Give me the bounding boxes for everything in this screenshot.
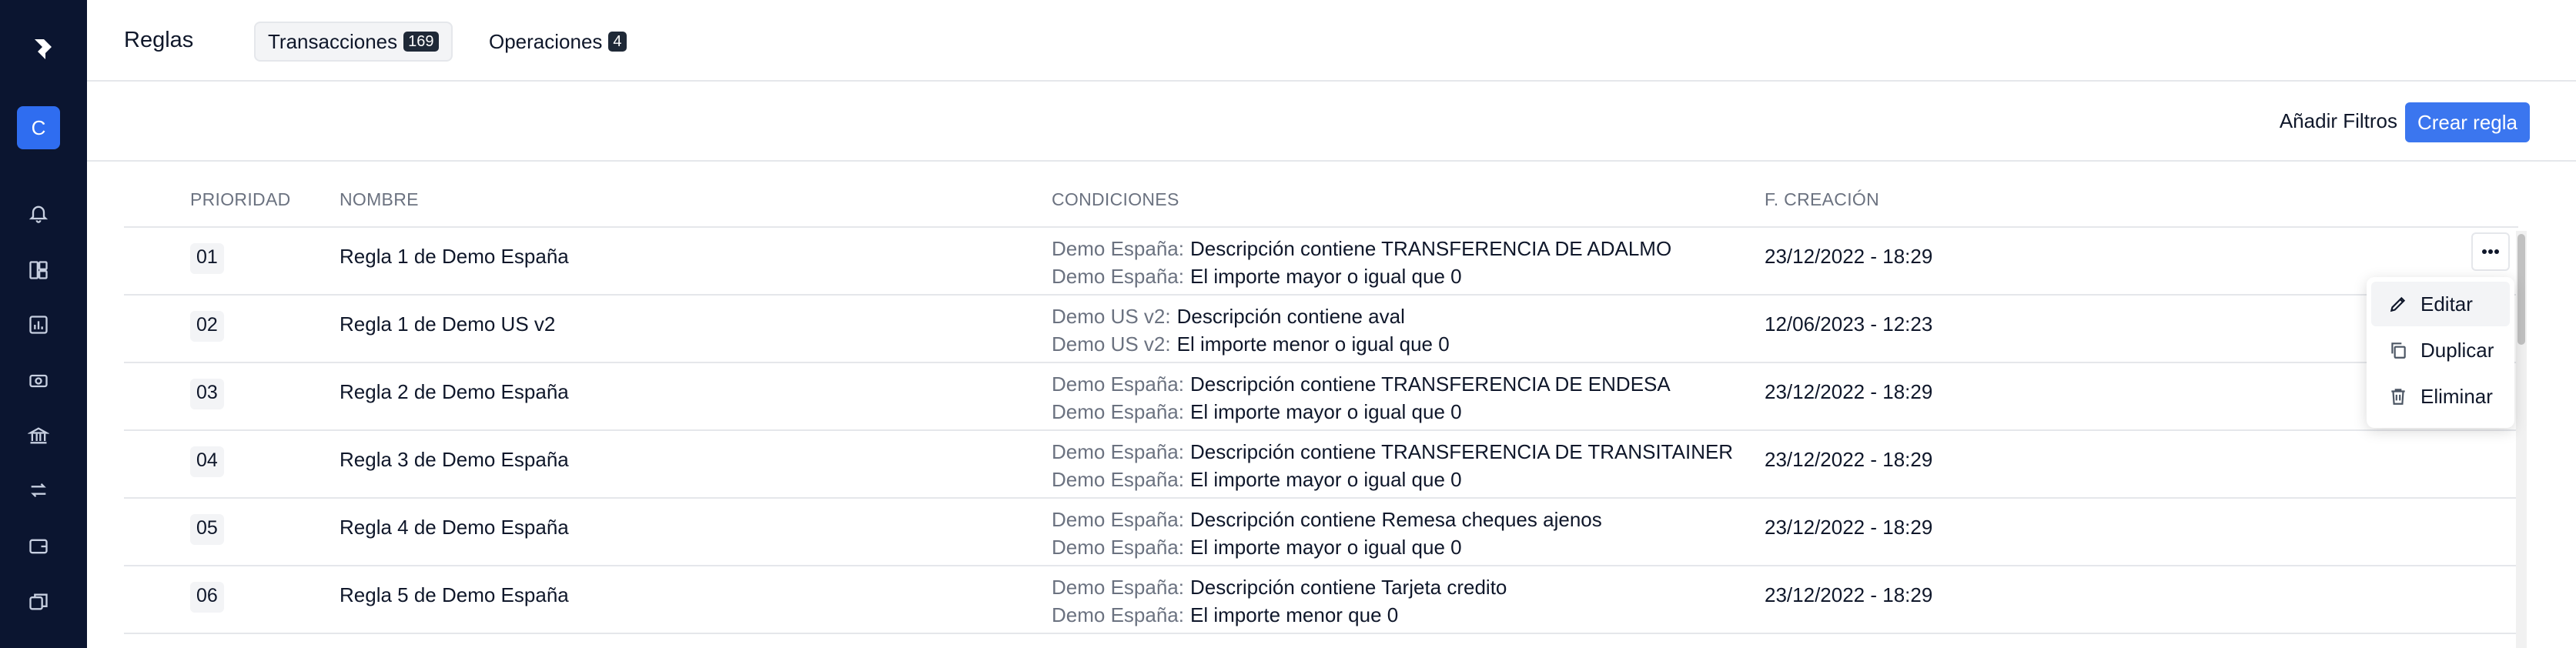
pencil-icon	[2390, 296, 2406, 312]
rule-conditions: Demo España: Descripción contiene Remesa …	[1052, 506, 1733, 561]
bank-icon[interactable]	[25, 423, 52, 449]
menu-item-delete[interactable]: Eliminar	[2371, 374, 2510, 419]
column-priority[interactable]: PRIORIDAD	[190, 189, 291, 210]
tab-operaciones[interactable]: Operaciones 4	[477, 22, 639, 62]
condition-account: Demo US v2:	[1052, 305, 1171, 328]
rule-name: Regla 2 de Demo España	[340, 380, 569, 403]
tab-label: Operaciones	[489, 29, 603, 53]
bell-icon[interactable]	[25, 200, 52, 226]
priority-badge: 06	[190, 582, 224, 613]
rule-conditions: Demo US v2: Descripción contiene aval Dem…	[1052, 302, 1733, 358]
priority-badge: 04	[190, 446, 224, 477]
copy-icon	[2391, 342, 2406, 359]
rule-conditions: Demo España: Descripción contiene TRANSFE…	[1052, 438, 1733, 493]
menu-label: Duplicar	[2420, 338, 2494, 362]
column-name[interactable]: NOMBRE	[340, 189, 419, 210]
condition-account: Demo España:	[1052, 265, 1184, 288]
created-date: 23/12/2022 - 18:29	[1765, 245, 1933, 268]
rule-name: Regla 5 de Demo España	[340, 583, 569, 606]
created-date: 23/12/2022 - 18:29	[1765, 583, 1933, 606]
condition-text: El importe menor que 0	[1189, 603, 1399, 626]
condition-text: El importe mayor o igual que 0	[1189, 400, 1462, 423]
priority-badge: 05	[190, 514, 224, 545]
sidebar: C	[0, 0, 87, 648]
rule-name: Regla 4 de Demo España	[340, 516, 569, 539]
priority-badge: 01	[190, 243, 224, 274]
more-icon	[2482, 249, 2499, 254]
table-row[interactable]: 06 Regla 5 de Demo España Demo España: De…	[124, 566, 2518, 634]
condition-account: Demo España:	[1052, 536, 1184, 559]
table-row[interactable]: 05 Regla 4 de Demo España Demo España: De…	[124, 499, 2518, 566]
rules-table: PRIORIDAD NOMBRE CONDICIONES F. CREACIÓN…	[124, 162, 2518, 634]
menu-label: Eliminar	[2420, 384, 2493, 408]
table-row[interactable]: 02 Regla 1 de Demo US v2 Demo US v2: Desc…	[124, 296, 2518, 363]
chart-icon[interactable]	[25, 312, 52, 338]
documents-icon[interactable]	[25, 589, 52, 615]
condition-text: Descripción contiene TRANSFERENCIA DE EN…	[1189, 372, 1671, 396]
trash-icon	[2391, 389, 2405, 405]
condition-account: Demo España:	[1052, 508, 1184, 531]
rule-conditions: Demo España: Descripción contiene TRANSFE…	[1052, 235, 1733, 290]
avatar-letter: C	[31, 115, 46, 139]
menu-item-edit[interactable]: Editar	[2371, 282, 2510, 326]
action-bar: Añadir Filtros Crear regla	[87, 82, 2576, 162]
cash-icon[interactable]	[25, 368, 52, 394]
rule-name: Regla 3 de Demo España	[340, 448, 569, 471]
condition-text: Descripción contiene Remesa cheques ajen…	[1189, 508, 1602, 531]
page-title: Reglas	[124, 28, 194, 52]
created-date: 23/12/2022 - 18:29	[1765, 448, 1933, 471]
condition-account: Demo España:	[1052, 468, 1184, 491]
top-bar: Reglas Transacciones 169 Operaciones 4	[87, 0, 2576, 82]
condition-text: El importe mayor o igual que 0	[1189, 536, 1462, 559]
tab-label: Transacciones	[268, 29, 398, 53]
condition-text: Descripción contiene TRANSFERENCIA DE TR…	[1189, 440, 1733, 463]
transfer-icon[interactable]	[25, 477, 52, 503]
created-date: 23/12/2022 - 18:29	[1765, 380, 1933, 403]
condition-text: Descripción contiene TRANSFERENCIA DE AD…	[1189, 237, 1672, 260]
logo-icon[interactable]	[22, 32, 65, 66]
rule-conditions: Demo España: Descripción contiene TRANSFE…	[1052, 370, 1733, 426]
condition-text: Descripción contiene aval	[1176, 305, 1405, 328]
condition-account: Demo España:	[1052, 400, 1184, 423]
column-created[interactable]: F. CREACIÓN	[1765, 189, 1879, 210]
priority-badge: 02	[190, 311, 224, 342]
row-actions-menu: Editar Duplicar Eliminar	[2367, 277, 2514, 428]
add-filters-button[interactable]: Añadir Filtros	[2280, 109, 2397, 133]
condition-account: Demo España:	[1052, 237, 1184, 260]
created-date: 23/12/2022 - 18:29	[1765, 516, 1933, 539]
condition-account: Demo España:	[1052, 603, 1184, 626]
wallet-icon[interactable]	[25, 533, 52, 559]
rule-name: Regla 1 de Demo US v2	[340, 312, 556, 336]
condition-text: El importe mayor o igual que 0	[1189, 265, 1462, 288]
column-conditions[interactable]: CONDICIONES	[1052, 189, 1179, 210]
table-row[interactable]: 03 Regla 2 de Demo España Demo España: De…	[124, 363, 2518, 431]
create-rule-button[interactable]: Crear regla	[2404, 102, 2530, 142]
condition-account: Demo España:	[1052, 372, 1184, 396]
dashboard-icon[interactable]	[25, 257, 52, 283]
count-badge: 169	[403, 32, 439, 52]
created-date: 12/06/2023 - 12:23	[1765, 312, 1933, 336]
condition-account: Demo US v2:	[1052, 332, 1171, 356]
table-row[interactable]: 04 Regla 3 de Demo España Demo España: De…	[124, 431, 2518, 499]
count-badge: 4	[608, 32, 627, 52]
scrollbar-thumb[interactable]	[2517, 234, 2525, 345]
menu-item-duplicate[interactable]: Duplicar	[2371, 328, 2510, 372]
menu-label: Editar	[2420, 292, 2473, 316]
table-header: PRIORIDAD NOMBRE CONDICIONES F. CREACIÓN	[124, 162, 2518, 228]
condition-account: Demo España:	[1052, 440, 1184, 463]
priority-badge: 03	[190, 379, 224, 409]
tab-transacciones[interactable]: Transacciones 169	[254, 22, 453, 62]
rule-conditions: Demo España: Descripción contiene Tarjeta…	[1052, 573, 1733, 629]
condition-text: El importe mayor o igual que 0	[1189, 468, 1462, 491]
table-row[interactable]: 01 Regla 1 de Demo España Demo España: De…	[124, 228, 2518, 296]
row-actions-button[interactable]	[2471, 232, 2510, 271]
rule-name: Regla 1 de Demo España	[340, 245, 569, 268]
condition-text: El importe menor o igual que 0	[1176, 332, 1450, 356]
condition-text: Descripción contiene Tarjeta credito	[1189, 576, 1507, 599]
condition-account: Demo España:	[1052, 576, 1184, 599]
workspace-avatar[interactable]: C	[17, 106, 60, 149]
